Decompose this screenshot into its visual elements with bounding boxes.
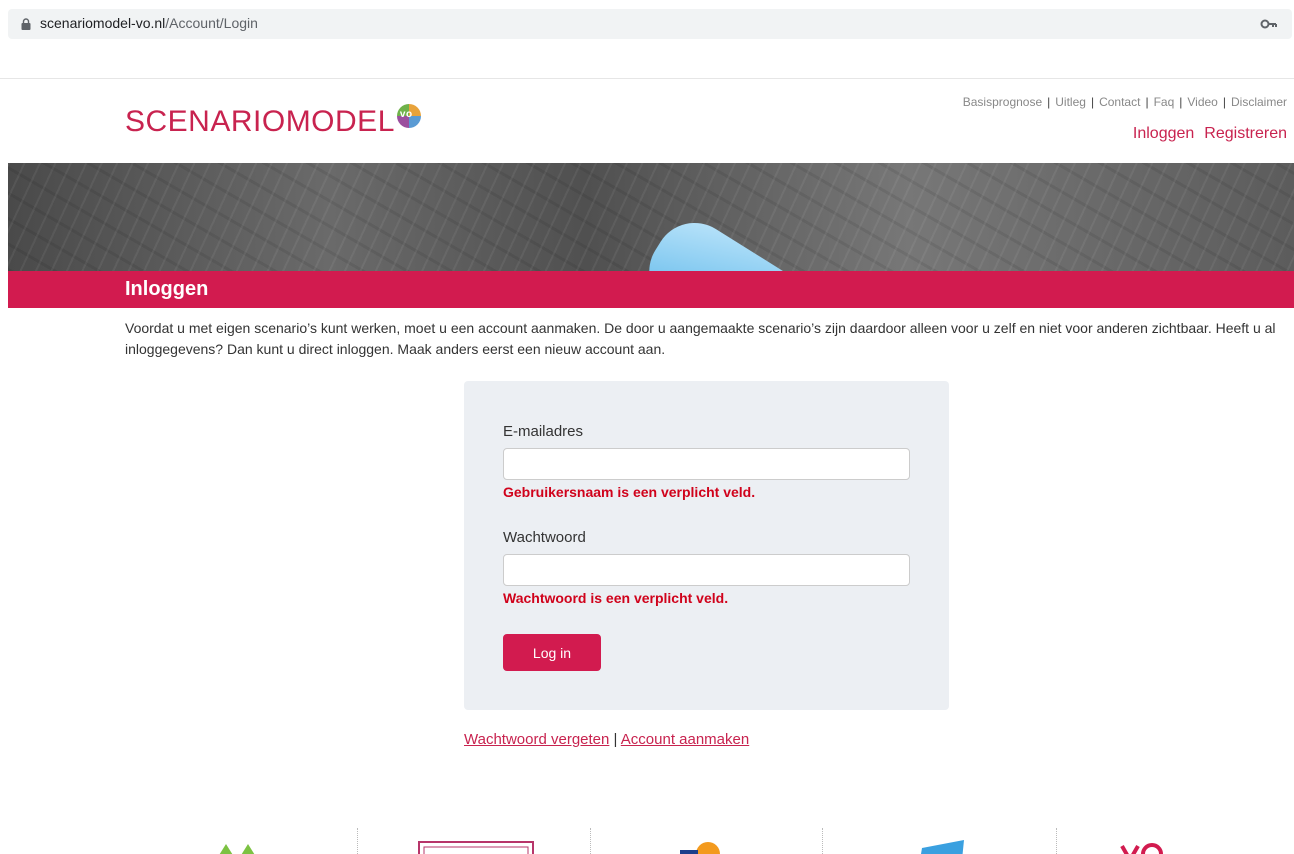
partner-divider — [590, 828, 591, 854]
intro-text: Voordat u met eigen scenario’s kunt werk… — [125, 320, 1276, 357]
partner-logo-1[interactable] — [214, 840, 258, 854]
logo-badge-text: vo — [399, 109, 413, 120]
url-path: /Account/Login — [165, 15, 258, 31]
lock-icon[interactable] — [21, 18, 31, 30]
top-nav: Basisprognose | Uitleg | Contact | Faq | Video | D… — [963, 95, 1287, 109]
partner-divider — [357, 828, 358, 854]
partner-logo-2-icon — [418, 841, 534, 854]
partner-divider — [1056, 828, 1057, 854]
password-field[interactable] — [503, 554, 910, 586]
email-label: E-mailadres — [503, 423, 584, 440]
login-link[interactable]: Inloggen — [1133, 125, 1194, 142]
address-bar[interactable]: scenariomodel-vo.nl/Account/Login — [8, 9, 1292, 39]
partner-logo-5[interactable] — [1120, 840, 1210, 854]
partner-logo-5-icon — [1120, 843, 1163, 854]
partner-logo-4[interactable] — [918, 840, 968, 854]
vo-badge-icon: vo — [396, 104, 421, 128]
partner-logo-2[interactable] — [418, 840, 534, 854]
links-separator: | — [613, 731, 618, 748]
email-field[interactable] — [503, 448, 910, 480]
nav-separator: | — [1222, 95, 1226, 109]
partner-logo-1-icon — [219, 844, 255, 854]
nav-contact[interactable]: Contact — [1099, 95, 1140, 109]
register-link[interactable]: Registreren — [1204, 125, 1287, 142]
nav-separator: | — [1145, 95, 1149, 109]
password-error: Wachtwoord is een verplicht veld. — [503, 590, 729, 606]
partner-logo-3-icon — [680, 842, 720, 854]
nav-faq[interactable]: Faq — [1154, 95, 1175, 109]
nav-separator: | — [1047, 95, 1051, 109]
page-title-bar: Inloggen — [8, 271, 1294, 308]
key-icon[interactable] — [1260, 17, 1278, 31]
page-title: Inloggen — [125, 278, 209, 300]
forgot-password-link[interactable]: Wachtwoord vergeten — [464, 731, 609, 748]
partner-logo-3[interactable] — [680, 840, 724, 854]
nav-video[interactable]: Video — [1187, 95, 1217, 109]
account-links: Wachtwoord vergeten | Account aanmaken — [464, 731, 749, 748]
logo-text: SCENARIOMODEL — [125, 105, 395, 138]
url-host: scenariomodel-vo.nl — [40, 15, 166, 31]
header-divider — [0, 78, 1294, 79]
site-logo[interactable]: SCENARIOMODEL vo — [125, 104, 421, 139]
partner-divider — [822, 828, 823, 854]
partner-logo-4-icon — [921, 840, 964, 854]
chalkboard-banner — [8, 163, 1294, 271]
browser-toolbar: scenariomodel-vo.nl/Account/Login — [0, 0, 1294, 46]
password-label: Wachtwoord — [503, 529, 586, 546]
chalk-image — [634, 207, 827, 271]
login-button[interactable]: Log in — [503, 634, 601, 671]
login-form: E-mailadres Gebruikersnaam is een verpli… — [464, 381, 949, 710]
email-error: Gebruikersnaam is een verplicht veld. — [503, 484, 756, 500]
url-text[interactable]: scenariomodel-vo.nl/Account/Login — [40, 15, 258, 31]
create-account-link[interactable]: Account aanmaken — [621, 731, 749, 748]
auth-nav: Inloggen Registreren — [1123, 125, 1287, 143]
nav-separator: | — [1179, 95, 1183, 109]
nav-basisprognose[interactable]: Basisprognose — [963, 95, 1042, 109]
nav-disclaimer[interactable]: Disclaimer — [1231, 95, 1287, 109]
partner-logos — [0, 826, 1294, 854]
nav-uitleg[interactable]: Uitleg — [1055, 95, 1086, 109]
nav-separator: | — [1090, 95, 1095, 109]
